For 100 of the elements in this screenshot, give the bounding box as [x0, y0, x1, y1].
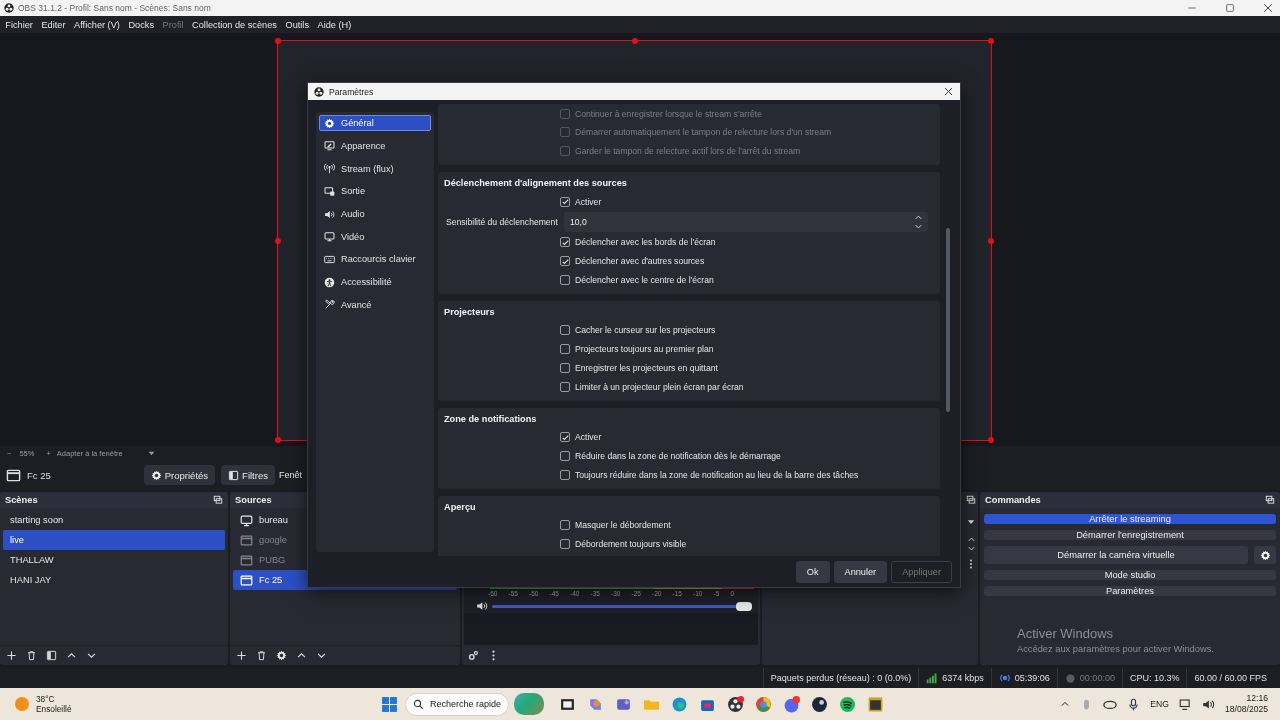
control-button[interactable]: Paramètres — [984, 586, 1276, 596]
float-icon[interactable] — [1265, 495, 1275, 505]
chevron-up-icon[interactable] — [66, 650, 77, 661]
scene-item[interactable]: live — [3, 530, 225, 550]
speaker-icon — [324, 208, 335, 220]
sidebar-item[interactable]: Général — [319, 115, 431, 132]
dialog-button[interactable]: Ok — [795, 560, 830, 583]
volume-icon[interactable] — [1202, 697, 1215, 711]
menu-item[interactable]: Afficher (V) — [69, 19, 125, 30]
browser-icon[interactable] — [671, 695, 688, 713]
float-icon[interactable] — [966, 495, 976, 505]
sidebar-item[interactable]: Sortie — [319, 183, 431, 200]
add-icon[interactable] — [236, 650, 247, 661]
checkbox[interactable] — [560, 469, 570, 480]
network-icon[interactable] — [1179, 697, 1192, 711]
fps: 60.00 / 60.00 FPS — [1194, 673, 1267, 683]
sidebar-item[interactable]: Avancé — [319, 296, 431, 313]
filter-icon[interactable] — [46, 650, 57, 661]
checkbox[interactable] — [560, 432, 570, 443]
maximize-icon[interactable] — [1224, 2, 1236, 14]
menu-item[interactable]: Fichier — [1, 19, 38, 30]
volume-slider[interactable] — [492, 604, 752, 608]
chevron-down-icon[interactable] — [967, 544, 976, 553]
checkbox-label: Activer — [575, 196, 602, 207]
trash-icon[interactable] — [26, 650, 37, 661]
toolbar-button[interactable]: Propriétés — [143, 465, 216, 485]
transform-handle[interactable] — [275, 237, 281, 244]
checkbox[interactable] — [560, 196, 570, 207]
toolbar-button[interactable]: Filtres — [221, 465, 275, 485]
settings-button[interactable] — [1254, 546, 1276, 564]
game-tile-icon[interactable] — [867, 695, 884, 713]
checkbox[interactable] — [560, 362, 570, 373]
checkbox[interactable] — [560, 381, 570, 392]
dialog-button[interactable]: Annuler — [833, 560, 888, 583]
chevron-down-icon[interactable] — [86, 650, 97, 661]
transform-handle[interactable] — [988, 237, 994, 244]
toolbar-button[interactable]: Fenêt — [278, 465, 302, 485]
checkbox[interactable] — [560, 520, 570, 531]
menu-item[interactable]: Collection de scènes — [187, 19, 282, 30]
checkbox[interactable] — [560, 325, 570, 336]
input-language[interactable]: ENG — [1150, 699, 1169, 709]
menu-item[interactable]: Editer — [37, 19, 70, 30]
gear-icon[interactable] — [276, 650, 287, 661]
source-item[interactable]: PUBG — [233, 550, 457, 570]
menu-item[interactable]: Aide (H) — [313, 19, 356, 30]
chat-app-icon[interactable] — [783, 695, 800, 713]
checkbox[interactable] — [560, 237, 570, 248]
monitor-output-icon — [324, 185, 335, 197]
transform-handle[interactable] — [275, 437, 281, 443]
mixer-settings-icon[interactable] — [468, 649, 479, 661]
transform-handle[interactable] — [988, 38, 994, 44]
scene-item[interactable]: HANI JAY — [3, 570, 225, 590]
checkbox-label: Continuer à enregistrer lorsque le stream s'arrête — [575, 108, 762, 119]
chevron-down-icon[interactable] — [316, 650, 327, 661]
control-button[interactable]: Démarrer la caméra virtuelle — [984, 546, 1248, 564]
music-app-icon[interactable] — [839, 695, 856, 713]
transform-handle[interactable] — [988, 437, 994, 443]
scene-item[interactable]: starting soon — [3, 510, 225, 530]
checkbox[interactable] — [560, 538, 570, 549]
control-button[interactable]: Arrêter le streaming — [984, 514, 1276, 524]
sidebar-item[interactable]: Vidéo — [319, 228, 431, 245]
sidebar-item[interactable]: Stream (flux) — [319, 160, 431, 177]
source-item[interactable]: google — [233, 530, 457, 550]
add-icon[interactable] — [6, 650, 17, 661]
menu-item[interactable]: Outils — [281, 19, 314, 30]
sidebar-item[interactable]: Raccourcis clavier — [319, 251, 431, 268]
transform-handle[interactable] — [631, 38, 638, 44]
close-icon[interactable] — [1262, 2, 1274, 14]
number-field[interactable]: 10,0 — [564, 212, 928, 233]
speaker-icon[interactable] — [476, 600, 488, 612]
checkbox[interactable] — [560, 344, 570, 355]
checkbox[interactable] — [560, 450, 570, 461]
checkbox-label: Débordement toujours visible — [575, 538, 687, 549]
scene-item[interactable]: THALLAW — [3, 550, 225, 570]
control-button[interactable]: Mode studio — [984, 570, 1276, 580]
sidebar-item[interactable]: Apparence — [319, 137, 431, 154]
recording-app-icon[interactable] — [727, 695, 744, 713]
sidebar-item[interactable]: Audio — [319, 206, 431, 223]
checkbox-label: Garder le tampon de relecture actif lors de l'arrêt du stream — [575, 146, 801, 156]
control-button[interactable]: Démarrer l'enregistrement — [984, 530, 1276, 540]
transform-handle[interactable] — [275, 38, 281, 44]
window-title: OBS 31.1.2 - Profil: Sans nom - Scènes: Sans nom — [18, 3, 211, 13]
chevron-up-icon[interactable] — [296, 650, 307, 661]
start-icon[interactable] — [381, 695, 398, 713]
checkbox-label: Réduire dans la zone de notification dès le démarrage — [575, 450, 781, 461]
chevron-up-icon[interactable] — [967, 535, 976, 544]
trash-icon[interactable] — [256, 650, 267, 661]
checkbox[interactable] — [560, 256, 570, 267]
microphone-icon[interactable] — [1127, 697, 1141, 711]
window-icon — [6, 467, 21, 483]
checkbox-label: Déclencher avec d'autres sources — [575, 256, 705, 267]
float-icon[interactable] — [213, 495, 223, 505]
close-icon[interactable] — [943, 86, 954, 98]
check-icon — [560, 197, 570, 207]
sidebar-item[interactable]: Accessibilité — [319, 274, 431, 291]
menu-item[interactable]: Docks — [124, 19, 159, 30]
checkbox[interactable] — [560, 274, 570, 285]
circle-browser-icon[interactable] — [755, 695, 772, 713]
game-store-icon[interactable] — [811, 695, 828, 713]
search-field[interactable]: Recherche rapide — [405, 692, 509, 716]
